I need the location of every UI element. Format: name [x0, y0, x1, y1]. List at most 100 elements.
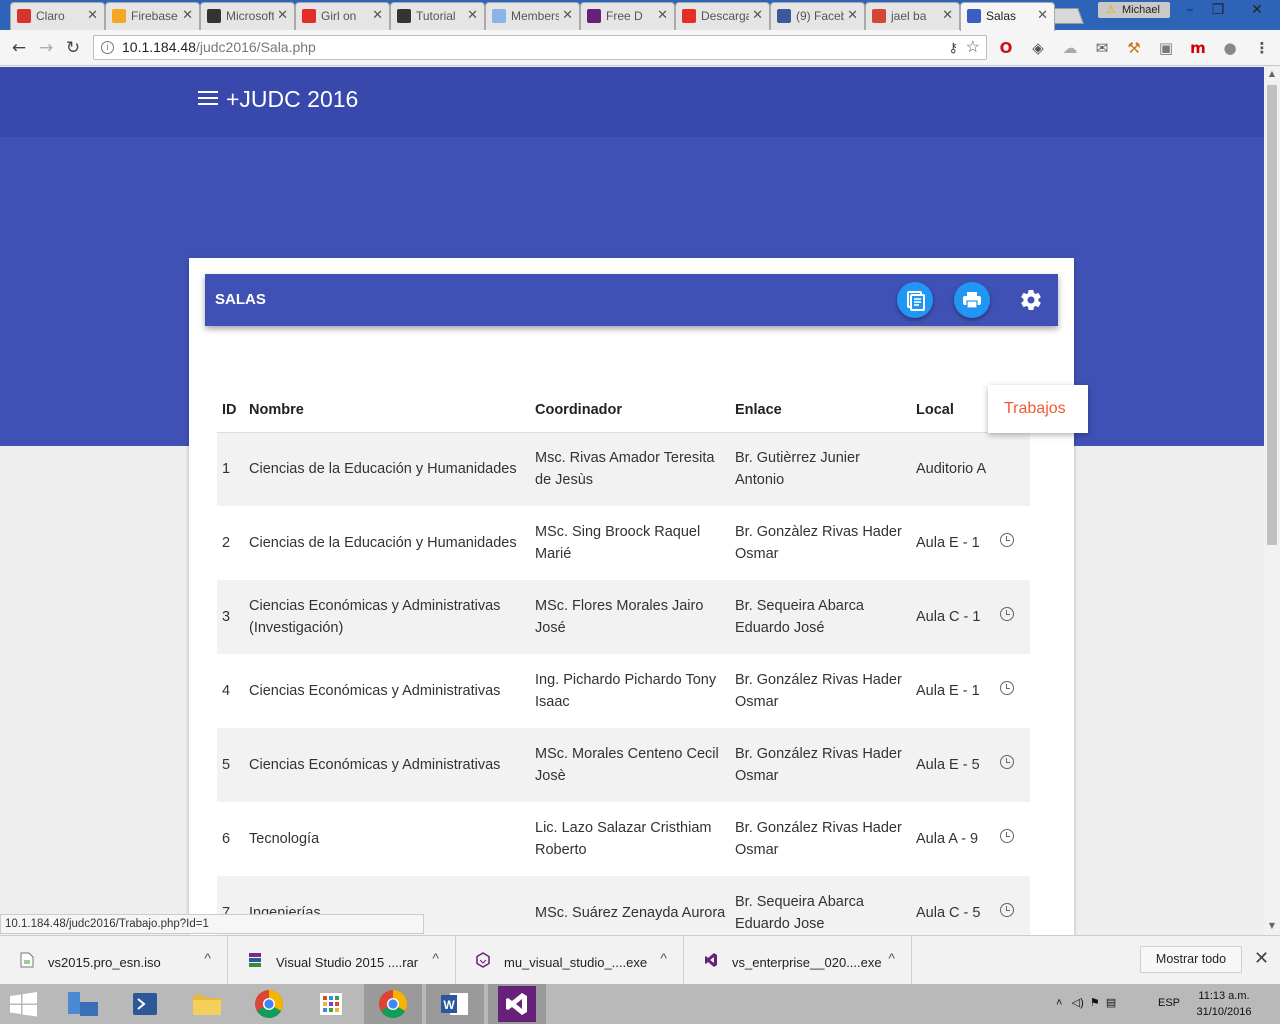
trabajos-menu-item[interactable]: Trabajos: [988, 385, 1088, 433]
start-button[interactable]: [0, 984, 46, 1024]
taskbar-chrome-active[interactable]: [364, 984, 422, 1024]
taskbar-chrome[interactable]: [240, 984, 298, 1024]
chevron-up-icon[interactable]: ^: [432, 950, 439, 966]
clock-icon[interactable]: [1000, 903, 1014, 917]
tab-active[interactable]: Salas ✕: [960, 2, 1055, 31]
close-shelf-icon[interactable]: ✕: [1254, 948, 1269, 969]
language-indicator[interactable]: ESP: [1158, 997, 1180, 1024]
powershell-icon: [133, 993, 157, 1015]
taskbar-clock[interactable]: 11:13 a.m. 31/10/2016: [1188, 988, 1260, 1020]
hammer-extension-icon[interactable]: ⚒: [1124, 38, 1144, 58]
mail-extension-icon[interactable]: ✉: [1092, 38, 1112, 58]
browser-tab[interactable]: Girl on ✕: [295, 2, 390, 30]
tab-close-icon[interactable]: ✕: [942, 7, 953, 23]
settings-gear-icon[interactable]: [1019, 288, 1043, 312]
clock-icon[interactable]: [1000, 829, 1014, 843]
scroll-down-arrow-icon[interactable]: ▼: [1264, 921, 1280, 930]
hamburger-menu-icon[interactable]: [198, 91, 218, 107]
tab-title: jael ba: [891, 9, 927, 23]
list-action-button[interactable]: [897, 282, 933, 318]
cell-id: 4: [222, 683, 231, 699]
tab-close-icon[interactable]: ✕: [562, 7, 573, 23]
taskbar-visual-studio[interactable]: [488, 984, 546, 1024]
cell-coordinador: Msc. Rivas Amador Teresita de Jesùs: [530, 432, 730, 506]
table-row: 4 Ciencias Económicas y Administrativas In…: [217, 654, 1030, 728]
tab-close-icon[interactable]: ✕: [182, 7, 193, 23]
flag-icon[interactable]: ⚑: [1090, 997, 1100, 1009]
browser-tab[interactable]: (9) Facebook✕: [770, 2, 865, 30]
clock-icon[interactable]: [1000, 681, 1014, 695]
download-item[interactable]: vs2015.pro_esn.iso ^: [0, 936, 228, 985]
opera-extension-icon[interactable]: O: [996, 38, 1016, 58]
address-bar[interactable]: i 10.1.184.48/judc2016/Sala.php ⚷ ☆: [93, 35, 987, 60]
profile-button[interactable]: ⚠ Michael: [1098, 2, 1170, 18]
reload-icon[interactable]: ↻: [62, 37, 84, 59]
tab-title: Tutorial: [416, 9, 456, 23]
taskbar-file-explorer[interactable]: [178, 984, 236, 1024]
scroll-up-arrow-icon[interactable]: ▲: [1264, 69, 1280, 78]
chevron-up-icon[interactable]: ^: [660, 950, 667, 966]
network-app-icon: [68, 992, 98, 1016]
close-window-button[interactable]: ✕: [1234, 0, 1280, 22]
browser-tab[interactable]: Descargar✕: [675, 2, 770, 30]
clock-date: 31/10/2016: [1196, 1006, 1252, 1018]
tray-icons[interactable]: ˄ ◁) ⚑ ▤: [1056, 996, 1116, 1024]
card-toolbar: SALAS: [205, 274, 1058, 326]
clock-icon[interactable]: [1000, 755, 1014, 769]
download-item[interactable]: vs_enterprise__020....exe ^: [684, 936, 912, 985]
restore-window-button[interactable]: ❐: [1200, 0, 1236, 22]
print-icon: [963, 292, 981, 309]
cell-nombre: Tecnología: [249, 831, 320, 847]
chrome-menu-icon[interactable]: ⋮: [1252, 38, 1272, 58]
tab-close-icon[interactable]: ✕: [467, 7, 478, 23]
cell-id: 1: [217, 432, 244, 506]
volume-icon[interactable]: ◁): [1072, 997, 1084, 1009]
mega-extension-icon[interactable]: m: [1188, 38, 1208, 58]
taskbar-word[interactable]: W: [426, 984, 484, 1024]
taskbar-network-app[interactable]: [54, 984, 112, 1024]
taskbar-apps[interactable]: [302, 984, 360, 1024]
browser-tab[interactable]: Microsoft ✕: [200, 2, 295, 30]
download-item[interactable]: mu_visual_studio_....exe ^: [456, 936, 684, 985]
browser-tab[interactable]: Firebase ✕: [105, 2, 200, 30]
tab-close-icon[interactable]: ✕: [87, 7, 98, 23]
table-row: 5 Ciencias Económicas y Administrativas MS…: [217, 728, 1030, 802]
page-scrollbar[interactable]: ▲ ▼: [1264, 67, 1280, 935]
save-extension-icon[interactable]: ▣: [1156, 38, 1176, 58]
browser-tab[interactable]: Free D ✕: [580, 2, 675, 30]
tab-close-icon[interactable]: ✕: [277, 7, 288, 23]
browser-tab[interactable]: Claro ✕: [10, 2, 105, 30]
forward-arrow-icon[interactable]: →: [35, 37, 57, 59]
browser-tab[interactable]: jael ba ✕: [865, 2, 960, 30]
tab-close-icon[interactable]: ✕: [847, 7, 858, 23]
header-local: Local: [911, 388, 991, 433]
scrollbar-thumb[interactable]: [1267, 85, 1277, 545]
taskbar-powershell[interactable]: [116, 984, 174, 1024]
gmail-icon: [872, 9, 886, 23]
tab-close-icon[interactable]: ✕: [372, 7, 383, 23]
back-arrow-icon[interactable]: ←: [8, 37, 30, 59]
show-all-downloads-button[interactable]: Mostrar todo: [1140, 946, 1242, 973]
shield-extension-icon[interactable]: ●: [1220, 38, 1240, 58]
browser-tab[interactable]: Members ✕: [485, 2, 580, 30]
tab-close-icon[interactable]: ✕: [657, 7, 668, 23]
tab-close-icon[interactable]: ✕: [1037, 7, 1048, 23]
key-icon[interactable]: ⚷: [948, 36, 958, 59]
show-hidden-icons-icon[interactable]: ˄: [1056, 997, 1062, 1009]
bookmark-star-icon[interactable]: ☆: [966, 36, 980, 59]
chevron-up-icon[interactable]: ^: [888, 950, 895, 966]
salas-card: SALAS ID Nombre Coordinador Enlace Local…: [189, 258, 1074, 935]
tab-close-icon[interactable]: ✕: [752, 7, 763, 23]
cloud-extension-icon[interactable]: ☁: [1060, 38, 1080, 58]
network-icon[interactable]: ▤: [1106, 997, 1116, 1009]
clock-icon[interactable]: [1000, 607, 1014, 621]
pocket-extension-icon[interactable]: ◈: [1028, 38, 1048, 58]
cell-local: Aula C - 5: [911, 876, 991, 935]
chevron-up-icon[interactable]: ^: [204, 950, 211, 966]
browser-tab[interactable]: Tutorial ✕: [390, 2, 485, 30]
print-button[interactable]: [954, 282, 990, 318]
download-item[interactable]: Visual Studio 2015 ....rar ^: [228, 936, 456, 985]
clock-icon[interactable]: [1000, 533, 1014, 547]
cell-enlace: Br. González Rivas Hader Osmar: [735, 820, 902, 858]
info-icon[interactable]: i: [101, 41, 114, 54]
